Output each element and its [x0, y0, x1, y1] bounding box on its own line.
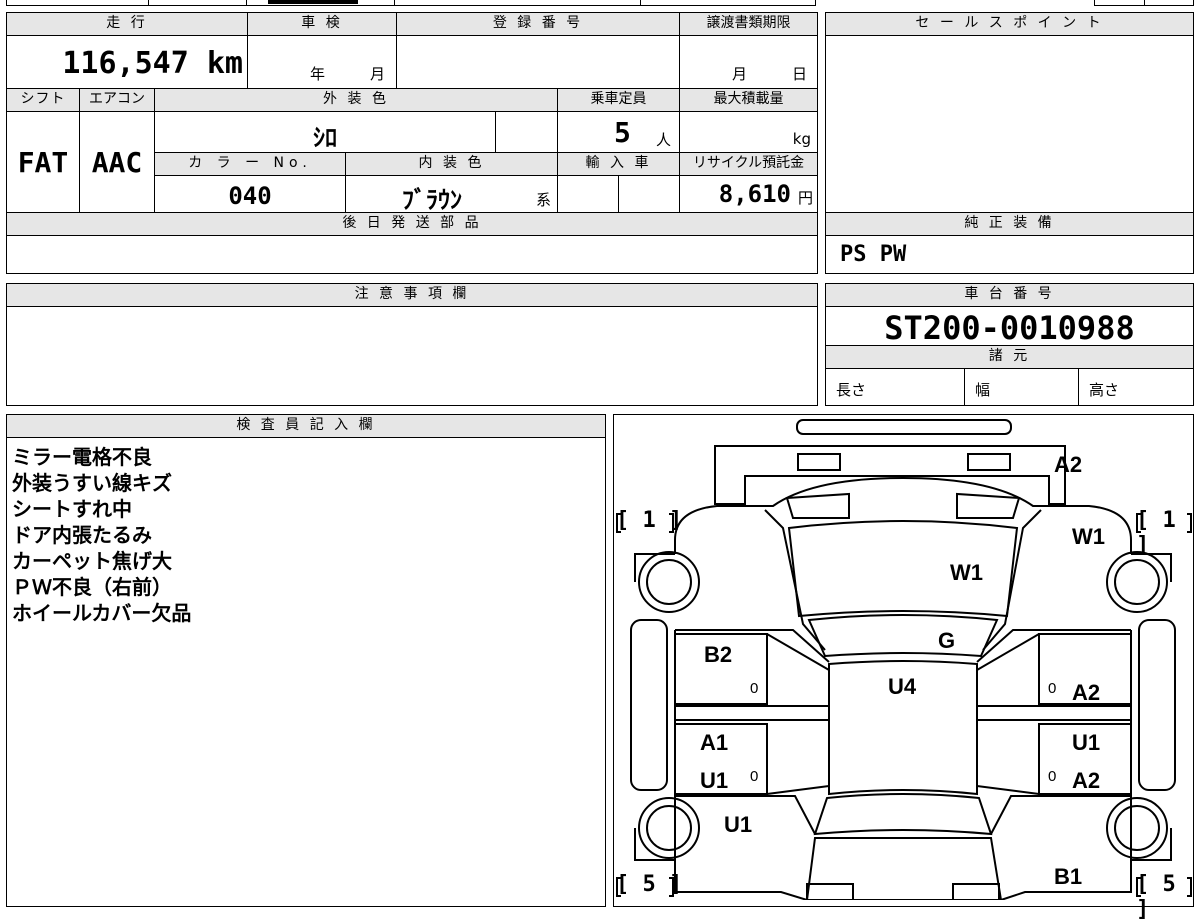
import-cell-b [618, 175, 680, 213]
deadline-day-unit: 日 [792, 65, 808, 83]
later-parts-header: 後 日 発 送 部 品 [6, 212, 818, 236]
specs-header: 諸 元 [825, 345, 1194, 369]
shift-cell: FAT [6, 111, 80, 213]
genuine-equipment-cell: PS PW [825, 235, 1194, 274]
shaken-header: 車 検 [247, 12, 397, 36]
zero-marker: 0 [750, 768, 759, 785]
color-no-header: カ ラ ー No. [154, 152, 346, 176]
capacity-unit: 人 [656, 131, 672, 149]
chassis-header: 車 台 番 号 [825, 283, 1194, 307]
shaken-month-unit: 月 [370, 65, 386, 83]
caution-header: 注 意 事 項 欄 [6, 283, 818, 307]
mark-b1: B1 [1054, 864, 1083, 889]
aircon-cell: AAC [79, 111, 155, 213]
caution-cell [6, 306, 818, 406]
transfer-deadline-cell: 月 日 [679, 35, 818, 89]
capacity-cell: 5 人 [557, 111, 680, 153]
specs-height-cell: 高さ [1078, 368, 1194, 406]
aircon-header: エアコン [79, 88, 155, 112]
registration-header: 登 録 番 号 [396, 12, 680, 36]
max-load-header: 最大積載量 [679, 88, 818, 112]
aircon-value: AAC [91, 146, 143, 179]
interior-color-header: 内 装 色 [345, 152, 558, 176]
specs-height-label: 高さ [1089, 381, 1120, 399]
exterior-color-header: 外 装 色 [154, 88, 558, 112]
mark-roof-w1: W1 [950, 560, 983, 585]
max-load-unit: kg [792, 130, 811, 148]
interior-color-cell: ﾌﾞﾗｳﾝ 系 [345, 175, 558, 214]
mark-a1: A1 [700, 730, 729, 755]
max-load-cell: kg [679, 111, 818, 153]
sales-point-header: セ ー ル ス ポ イ ン ト [825, 12, 1194, 36]
inspector-note: ＰＷ不良（右前） [12, 575, 172, 599]
capacity-header: 乗車定員 [557, 88, 680, 112]
inspector-note: 外装うすい線キズ [12, 471, 172, 495]
mileage-header: 走 行 [6, 12, 248, 36]
transfer-deadline-header: 譲渡書類期限 [679, 12, 818, 36]
tread-top-left: [ 1 ] [616, 508, 683, 533]
recycle-value: 8,610 [718, 180, 791, 208]
mark-right-u1: U1 [1072, 730, 1101, 755]
mileage-cell: 116,547 km [6, 35, 248, 89]
color-no-value: 040 [228, 182, 272, 210]
import-cell-a [557, 175, 619, 213]
specs-width-cell: 幅 [964, 368, 1079, 406]
vehicle-diagram [616, 419, 1192, 900]
chassis-value: ST200-0010988 [884, 309, 1135, 347]
import-header: 輸 入 車 [557, 152, 680, 176]
inspector-note: カーペット焦げ大 [12, 549, 172, 573]
inspector-note: シートすれ中 [12, 497, 132, 521]
mark-right-a2-front: A2 [1072, 680, 1101, 705]
top-partial-strip [0, 0, 1200, 8]
mark-rear-a2: A2 [1054, 452, 1083, 477]
chassis-cell: ST200-0010988 [825, 306, 1194, 347]
mark-g: G [938, 628, 956, 653]
mark-rear-w1: W1 [1072, 524, 1105, 549]
zero-marker: 0 [750, 680, 759, 697]
inspector-note: ミラー電格不良 [12, 445, 152, 469]
inspector-header: 検 査 員 記 入 欄 [6, 414, 606, 438]
zero-marker: 0 [1048, 768, 1057, 785]
deadline-month-unit: 月 [732, 65, 748, 83]
specs-width-label: 幅 [975, 381, 991, 399]
mark-u4: U4 [888, 674, 917, 699]
inspector-note: ドア内張たるみ [12, 523, 152, 547]
sales-point-cell [825, 35, 1194, 213]
recycle-header: リサイクル預託金 [679, 152, 818, 176]
mark-u1-lower: U1 [724, 812, 753, 837]
inspector-notes: ミラー電格不良 外装うすい線キズ シートすれ中 ドア内張たるみ カーペット焦げ大… [12, 444, 191, 626]
specs-length-label: 長さ [836, 381, 867, 399]
shift-header: シフト [6, 88, 80, 112]
later-parts-cell [6, 235, 818, 274]
mileage-value: 116,547 km [62, 46, 243, 81]
registration-cell [396, 35, 680, 89]
tread-top-right: [ 1 ] [1136, 508, 1176, 558]
mark-u1-left: U1 [700, 768, 729, 793]
mark-right-a2-rear: A2 [1072, 768, 1101, 793]
exterior-color-cell: ｼﾛ [154, 111, 496, 153]
exterior-color-value: ｼﾛ [313, 124, 337, 152]
zero-marker: 0 [1048, 680, 1057, 697]
interior-color-suffix: 系 [535, 191, 551, 209]
interior-color-value: ﾌﾞﾗｳﾝ [402, 186, 462, 214]
inspector-note: ホイールカバー欠品 [12, 601, 192, 625]
recycle-unit: 円 [797, 189, 813, 207]
genuine-equipment-header: 純 正 装 備 [825, 212, 1194, 236]
genuine-equipment-value: PS PW [840, 242, 907, 267]
shaken-cell: 年 月 [247, 35, 397, 89]
color-no-cell: 040 [154, 175, 346, 213]
mark-b2: B2 [704, 642, 733, 667]
shaken-year-unit: 年 [310, 65, 326, 83]
tread-bottom-right: [ 5 ] [1136, 872, 1176, 922]
recycle-cell: 8,610 円 [679, 175, 818, 213]
exterior-color-sub-cell [495, 111, 558, 153]
shift-value: FAT [17, 146, 69, 179]
capacity-value: 5 [614, 116, 631, 149]
specs-length-cell: 長さ [825, 368, 965, 406]
tread-bottom-left: [ 5 ] [616, 872, 683, 897]
